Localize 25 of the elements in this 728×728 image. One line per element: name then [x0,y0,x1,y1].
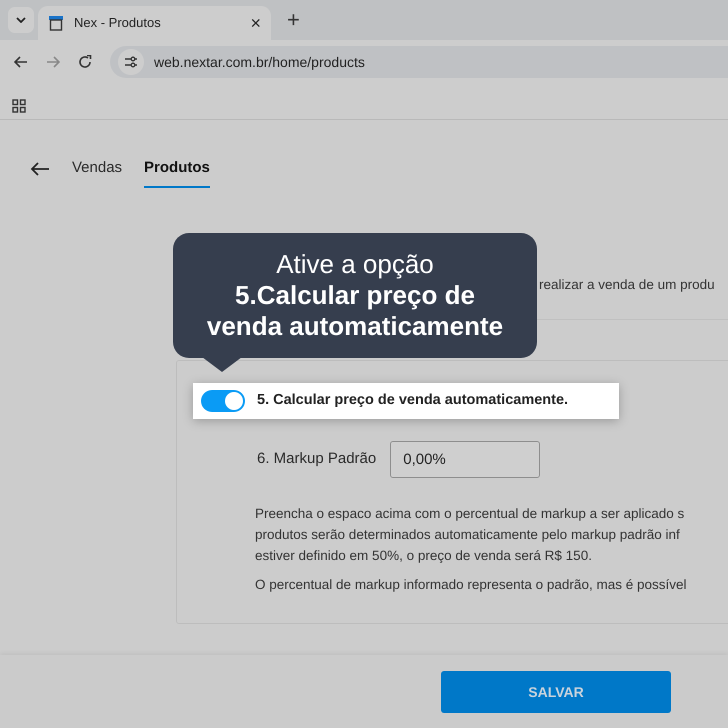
help-note: O percentual de markup informado representa o padrão, mas é possível [255,576,686,594]
help-paragraph: Preencha o espaco acima com o percentual de markup a ser aplicado s produtos serão determinados automaticamente pelo markup padrão inf estiver definido em 50%, o preço de venda será R$ 150. [255,505,686,565]
tab-title: Nex - Produtos [74,14,162,32]
toggle-label: 5. Calcular preço de venda automaticamente. [257,391,568,410]
site-settings-icon[interactable] [124,56,138,68]
close-tab-button[interactable]: × [250,14,261,32]
section-description: realizar a venda de um produ [539,276,715,294]
new-tab-button[interactable]: + [275,9,312,31]
reload-icon[interactable] [78,55,92,69]
markup-input[interactable]: 0,00% [390,441,540,478]
back-arrow-icon[interactable] [30,162,50,176]
apps-grid-icon[interactable] [12,98,26,113]
markup-label: 6. Markup Padrão [257,449,376,470]
nav-tab[interactable]: Vendas [72,157,122,188]
tooltip-text: Ative a opção [275,249,435,280]
toggle-switch[interactable] [201,390,245,412]
store-icon [48,15,64,31]
tooltip-title: 5.Calcular preço de venda automaticamente [206,280,504,342]
nav-tab[interactable]: Produtos [144,157,210,188]
tab-list-button[interactable] [8,7,34,33]
browser-tab[interactable]: Nex - Produtos × [38,6,271,40]
address-bar[interactable]: web.nextar.com.br/home/products [110,46,728,78]
url-text: web.nextar.com.br/home/products [154,52,365,72]
back-arrow-icon[interactable] [14,56,28,68]
chevron-down-icon [16,17,26,23]
